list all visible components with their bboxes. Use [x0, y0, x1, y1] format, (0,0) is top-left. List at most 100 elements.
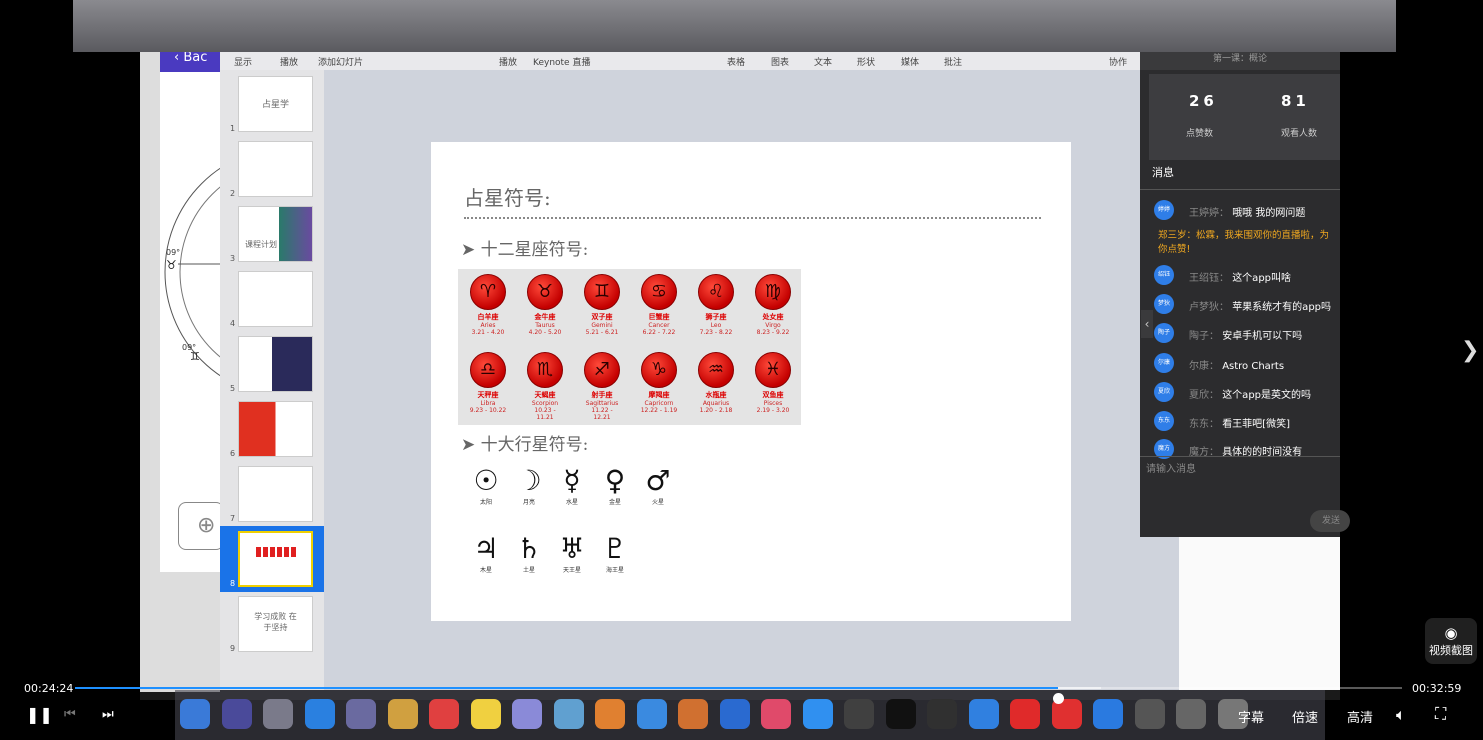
title-divider: [464, 217, 1041, 219]
zodiac-sign: ♓ 双鱼座 Pisces 2.19 - 3.20: [754, 352, 792, 414]
toolbar-add-slide[interactable]: 添加幻灯片: [318, 55, 363, 68]
top-blur: [73, 0, 1396, 52]
slide-thumb-3[interactable]: 课程计划: [238, 206, 313, 262]
zodiac-sign: ♋ 巨蟹座 Cancer 6.22 - 7.22: [640, 274, 678, 336]
planet-name: 天王星: [562, 567, 581, 574]
toolbar-comment[interactable]: 批注: [944, 55, 962, 68]
thumb-num: 5: [230, 384, 236, 393]
zodiac-name: 射手座: [591, 391, 613, 399]
zodiac-date: 1.20 - 2.18: [699, 407, 733, 414]
zodiac-english: Virgo: [765, 322, 781, 329]
live-stats: 26 点赞数 81 观看人数: [1149, 74, 1340, 160]
slide-title: 占星符号:: [464, 186, 551, 210]
volume-icon[interactable]: 🔈︎: [1396, 705, 1406, 725]
slide-thumb-6[interactable]: [238, 401, 313, 457]
slide-thumb-7[interactable]: [238, 466, 313, 522]
zodiac-date: 5.21 - 6.21: [585, 329, 619, 336]
zodiac-glyph-icon: ♍: [755, 274, 791, 310]
zodiac-sign: ♑ 摩羯座 Capricorn 12.22 - 1.19: [640, 352, 678, 414]
toolbar-play[interactable]: 播放: [499, 55, 517, 68]
zodiac-sign: ♒ 水瓶座 Aquarius 1.20 - 2.18: [697, 352, 735, 414]
zodiac-glyph-icon: ♐: [584, 352, 620, 388]
zodiac-name: 处女座: [762, 313, 784, 321]
zodiac-image: ♈ 白羊座 Aries 3.21 - 4.20 ♉ 金牛座 Taurus 4.20 - 5.2…: [458, 269, 801, 425]
zodiac-name: 双子座: [591, 313, 613, 321]
chat-author: 夏欣： 这个app是英文的吗: [1189, 390, 1312, 401]
send-button[interactable]: 发送: [1310, 510, 1350, 532]
thumbnail-list: 占星学 1 2 课程计划 3 4 5 6 7 8 学习成败 在于坚持 9: [220, 70, 324, 690]
collapse-chevron-icon[interactable]: ‹: [1141, 310, 1153, 338]
slide-thumb-9[interactable]: 学习成败 在于坚持: [238, 596, 313, 652]
thumb-num: 8: [230, 579, 236, 588]
toolbar-view[interactable]: 显示: [234, 55, 252, 68]
next-icon[interactable]: ⏭: [102, 707, 114, 722]
message-input[interactable]: 请输入消息: [1146, 460, 1196, 475]
avatar: 夏欣: [1154, 382, 1174, 402]
next-chevron-icon[interactable]: ❯: [1461, 338, 1479, 363]
zodiac-english: Pisces: [763, 400, 783, 407]
current-slide[interactable]: 占星符号: ➤ 十二星座符号: ♈ 白羊座 Aries 3.21 - 4.20 ♉ 金牛座…: [431, 142, 1071, 621]
planet-glyph-icon: ♀: [604, 464, 626, 497]
slide-thumb-8[interactable]: [238, 531, 313, 587]
toolbar-collaborate[interactable]: 协作: [1109, 55, 1127, 68]
chat-message: 绍钰 王绍钰： 这个app叫啥: [1154, 265, 1340, 285]
toolbar-chart[interactable]: 图表: [771, 55, 789, 68]
progress-track[interactable]: [75, 687, 1402, 704]
zodiac-glyph-icon: ♒: [698, 352, 734, 388]
slide-thumb-5[interactable]: [238, 336, 313, 392]
toolbar-table[interactable]: 表格: [727, 55, 745, 68]
zodiac-date: 7.23 - 8.22: [699, 329, 733, 336]
planet-glyph-icon: ☉: [473, 464, 499, 497]
zodiac-name: 白羊座: [477, 313, 499, 321]
planet-glyph-icon: ♇: [602, 532, 628, 565]
fullscreen-icon[interactable]: ⛶: [1435, 704, 1446, 724]
zodiac-date: 2.19 - 3.20: [756, 407, 790, 414]
subtitle-button[interactable]: 字幕: [1238, 707, 1264, 726]
previous-icon[interactable]: ⏮: [64, 707, 76, 722]
chat-text: 看王菲吧[微笑]: [1222, 419, 1290, 430]
screenshot-button[interactable]: ◉ 视频截图: [1425, 618, 1477, 664]
zodiac-english: Aquarius: [702, 400, 730, 407]
chat-author: 卢梦狄： 苹果系统才有的app吗: [1189, 302, 1332, 313]
messages-title: 消息: [1152, 166, 1174, 179]
speed-button[interactable]: 倍速: [1292, 707, 1318, 726]
progress-fill: [75, 687, 1059, 689]
thumb-num: 7: [230, 514, 236, 523]
slide-thumb-1[interactable]: 占星学: [238, 76, 313, 132]
planet-name: 土星: [522, 567, 535, 574]
zodiac-name: 摩羯座: [648, 391, 670, 399]
slide-thumb-2[interactable]: [238, 141, 313, 197]
current-time: 00:24:24: [24, 682, 74, 695]
avatar: 梦狄: [1154, 294, 1174, 314]
planet-symbol: ♀ 金星: [595, 464, 635, 507]
quality-button[interactable]: 高清: [1347, 707, 1373, 726]
messages-divider: [1140, 189, 1340, 190]
chat-text: 哦哦 我的网问题: [1232, 208, 1306, 219]
thumb-text: 课程计划: [245, 240, 277, 249]
chat-message: 尔康 尔康： Astro Charts: [1154, 353, 1340, 373]
likes-count: 26: [1189, 92, 1218, 110]
toolbar-shape[interactable]: 形状: [857, 55, 875, 68]
toolbar-zoom[interactable]: 播放: [280, 55, 298, 68]
likes-label: 点赞数: [1186, 129, 1214, 139]
progress-knob[interactable]: [1053, 693, 1065, 704]
zodiac-english: Leo: [710, 322, 722, 329]
chat-author: 陶子： 安卓手机可以下吗: [1189, 331, 1303, 342]
chat-author: 王绍钰： 这个app叫啥: [1189, 273, 1292, 284]
zodiac-english: Gemini: [591, 322, 613, 329]
toolbar-media[interactable]: 媒体: [901, 55, 919, 68]
zodiac-english: Sagittarius: [585, 400, 619, 407]
slide-thumb-4[interactable]: [238, 271, 313, 327]
pause-icon[interactable]: ❚❚: [26, 705, 53, 724]
total-time: 00:32:59: [1412, 682, 1462, 695]
planet-glyph-icon: ♅: [559, 532, 585, 565]
video-player-controls: 00:24:24 00:32:59 ❚❚ ⏮ ⏭ 字幕 倍速 高清 🔈︎ ⛶: [0, 676, 1483, 740]
astro-chart-background: 09° ♉ 09° ♊: [160, 72, 416, 572]
thumb-num: 6: [230, 449, 236, 458]
zodiac-date: 4.20 - 5.20: [528, 329, 562, 336]
chat-message: 东东 东东： 看王菲吧[微笑]: [1154, 411, 1340, 431]
planet-symbol: ♂ 火星: [638, 465, 678, 507]
toolbar-keynote-live[interactable]: Keynote 直播: [533, 55, 590, 68]
planet-symbol: ☽ 月亮: [509, 465, 549, 507]
toolbar-text[interactable]: 文本: [814, 55, 832, 68]
